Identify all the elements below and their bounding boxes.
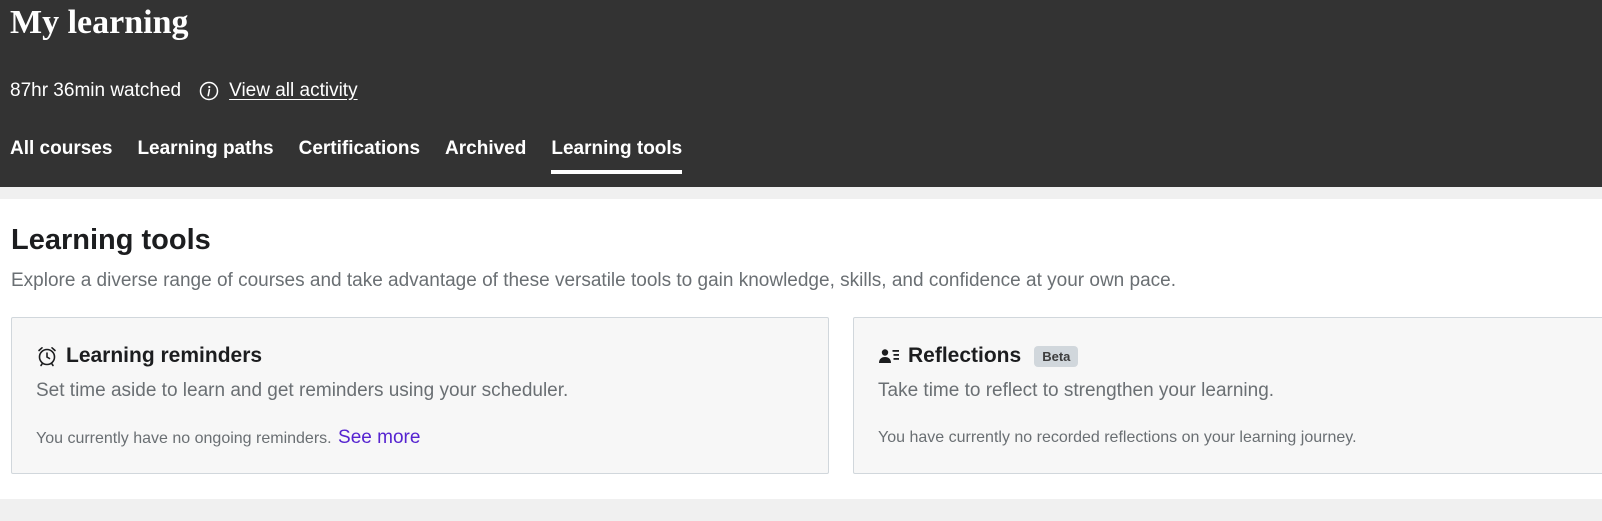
reminders-status-text: You currently have no ongoing reminders. [36,430,332,447]
beta-badge: Beta [1034,345,1079,367]
page-footer-band [0,499,1602,521]
tab-learning-tools[interactable]: Learning tools [551,137,682,174]
reflections-card: Reflections Beta Take time to reflect to… [853,317,1602,474]
card-note: You currently have no ongoing reminders.… [36,426,420,451]
tab-bar: All courses Learning paths Certification… [10,137,707,187]
tab-learning-paths[interactable]: Learning paths [137,137,273,174]
learning-reminders-card: Learning reminders Set time aside to lea… [11,317,829,474]
page-title: My learning [10,4,189,41]
card-description: Set time aside to learn and get reminder… [36,380,569,401]
reflections-icon [878,345,900,367]
view-all-activity-link[interactable]: View all activity [229,80,357,102]
card-header: Learning reminders [36,342,262,370]
card-title: Reflections [908,344,1022,367]
tab-all-courses[interactable]: All courses [10,137,112,174]
tab-certifications[interactable]: Certifications [299,137,420,174]
watched-time: 87hr 36min watched [10,80,182,101]
page-header: My learning 87hr 36min watched View all … [0,0,1602,187]
info-icon[interactable] [199,81,219,101]
card-header: Reflections Beta [878,342,1079,370]
section-title: Learning tools [11,224,211,256]
section-description: Explore a diverse range of courses and t… [11,270,1176,291]
card-title: Learning reminders [66,344,263,367]
learning-tools-section: Learning tools Explore a diverse range o… [0,199,1602,499]
watch-stats: 87hr 36min watched View all activity [10,78,358,104]
alarm-clock-icon [36,345,58,367]
card-note: You have currently no recorded reflectio… [878,429,1357,446]
tab-archived[interactable]: Archived [445,137,526,174]
see-more-link[interactable]: See more [338,427,420,448]
card-description: Take time to reflect to strengthen your … [878,380,1275,401]
